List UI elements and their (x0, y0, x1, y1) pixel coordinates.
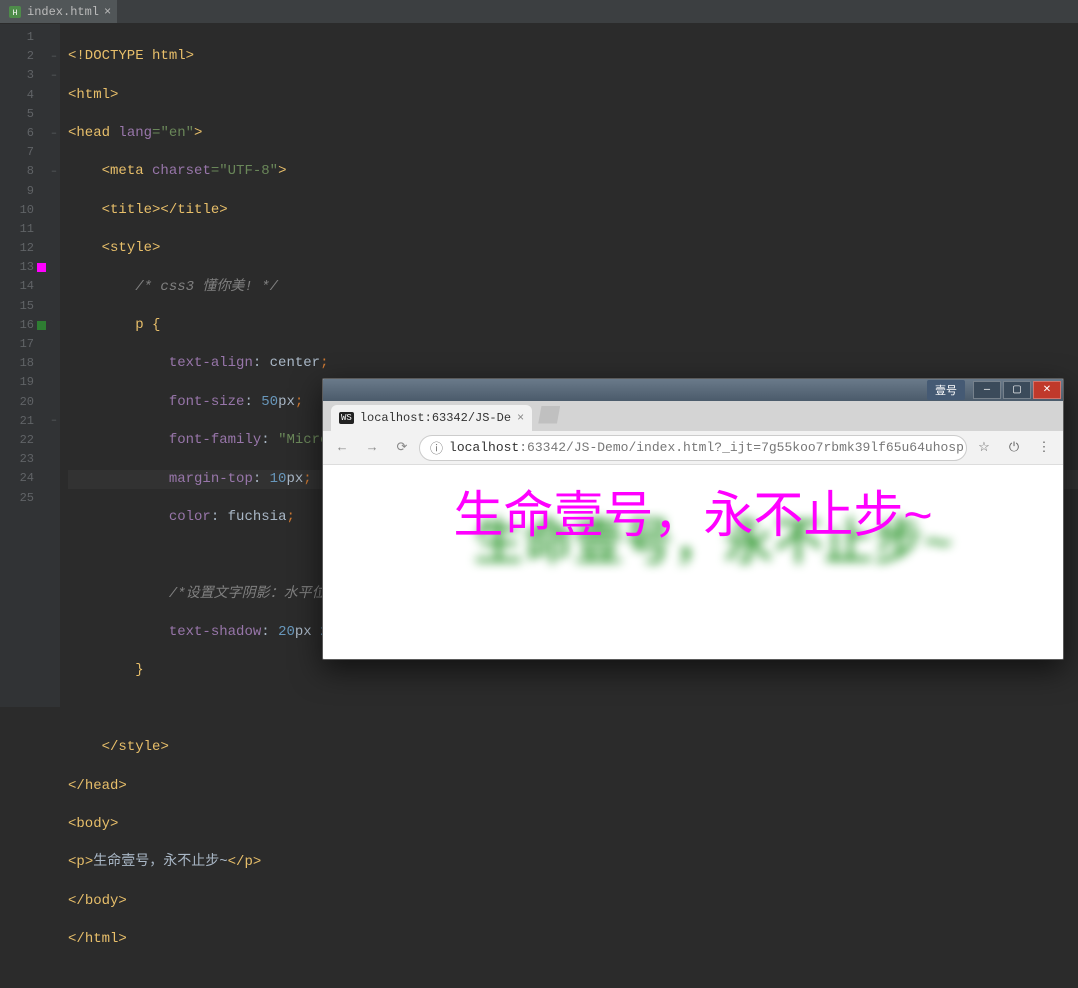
reload-button[interactable]: ⟳ (389, 435, 415, 461)
editor-tabbar: H index.html × (0, 0, 1078, 24)
demo-paragraph: 生命壹号，永不止步~ (323, 475, 1063, 547)
bookmark-star-icon[interactable]: ☆ (971, 435, 997, 461)
html-file-icon: H (8, 5, 22, 19)
gutter: 12345 678910 1112 13 1415 16 17181920 21… (0, 24, 48, 707)
power-icon[interactable]: ⏻ (1001, 435, 1027, 461)
browser-viewport: 生命壹号，永不止步~ (323, 465, 1063, 659)
window-close-button[interactable]: ✕ (1033, 381, 1061, 399)
editor-tab-index[interactable]: H index.html × (0, 0, 117, 23)
forward-button[interactable]: → (359, 435, 385, 461)
window-label: 壹号 (927, 380, 965, 400)
url-host: localhost (449, 440, 519, 455)
new-tab-button[interactable] (538, 406, 560, 424)
close-icon[interactable]: × (104, 5, 111, 19)
browser-tab-title: localhost:63342/JS-De (360, 411, 511, 425)
browser-tabstrip: WS localhost:63342/JS-De × (323, 401, 1063, 431)
fold-column: −− −− − (48, 24, 60, 707)
webstorm-favicon-icon: WS (339, 412, 354, 424)
browser-toolbar: ← → ⟳ ⓘ localhost:63342/JS-Demo/index.ht… (323, 431, 1063, 465)
code-line: <!DOCTYPE html> (68, 48, 194, 64)
browser-window: 壹号 — ▢ ✕ WS localhost:63342/JS-De × ← → … (322, 378, 1064, 660)
minimize-button[interactable]: — (973, 381, 1001, 399)
url-rest: :63342/JS-Demo/index.html?_ijt=7g55koo7r… (519, 440, 964, 455)
tab-close-icon[interactable]: × (517, 411, 524, 425)
color-marker-green (37, 321, 46, 330)
browser-tab[interactable]: WS localhost:63342/JS-De × (331, 405, 532, 431)
window-titlebar[interactable]: 壹号 — ▢ ✕ (323, 379, 1063, 401)
color-marker-fuchsia (37, 263, 46, 272)
address-bar[interactable]: ⓘ localhost:63342/JS-Demo/index.html?_ij… (419, 435, 967, 461)
editor-tab-label: index.html (27, 5, 99, 19)
maximize-button[interactable]: ▢ (1003, 381, 1031, 399)
back-button[interactable]: ← (329, 435, 355, 461)
svg-text:H: H (13, 9, 18, 18)
site-info-icon[interactable]: ⓘ (430, 438, 443, 457)
menu-icon[interactable]: ⋮ (1031, 435, 1057, 461)
